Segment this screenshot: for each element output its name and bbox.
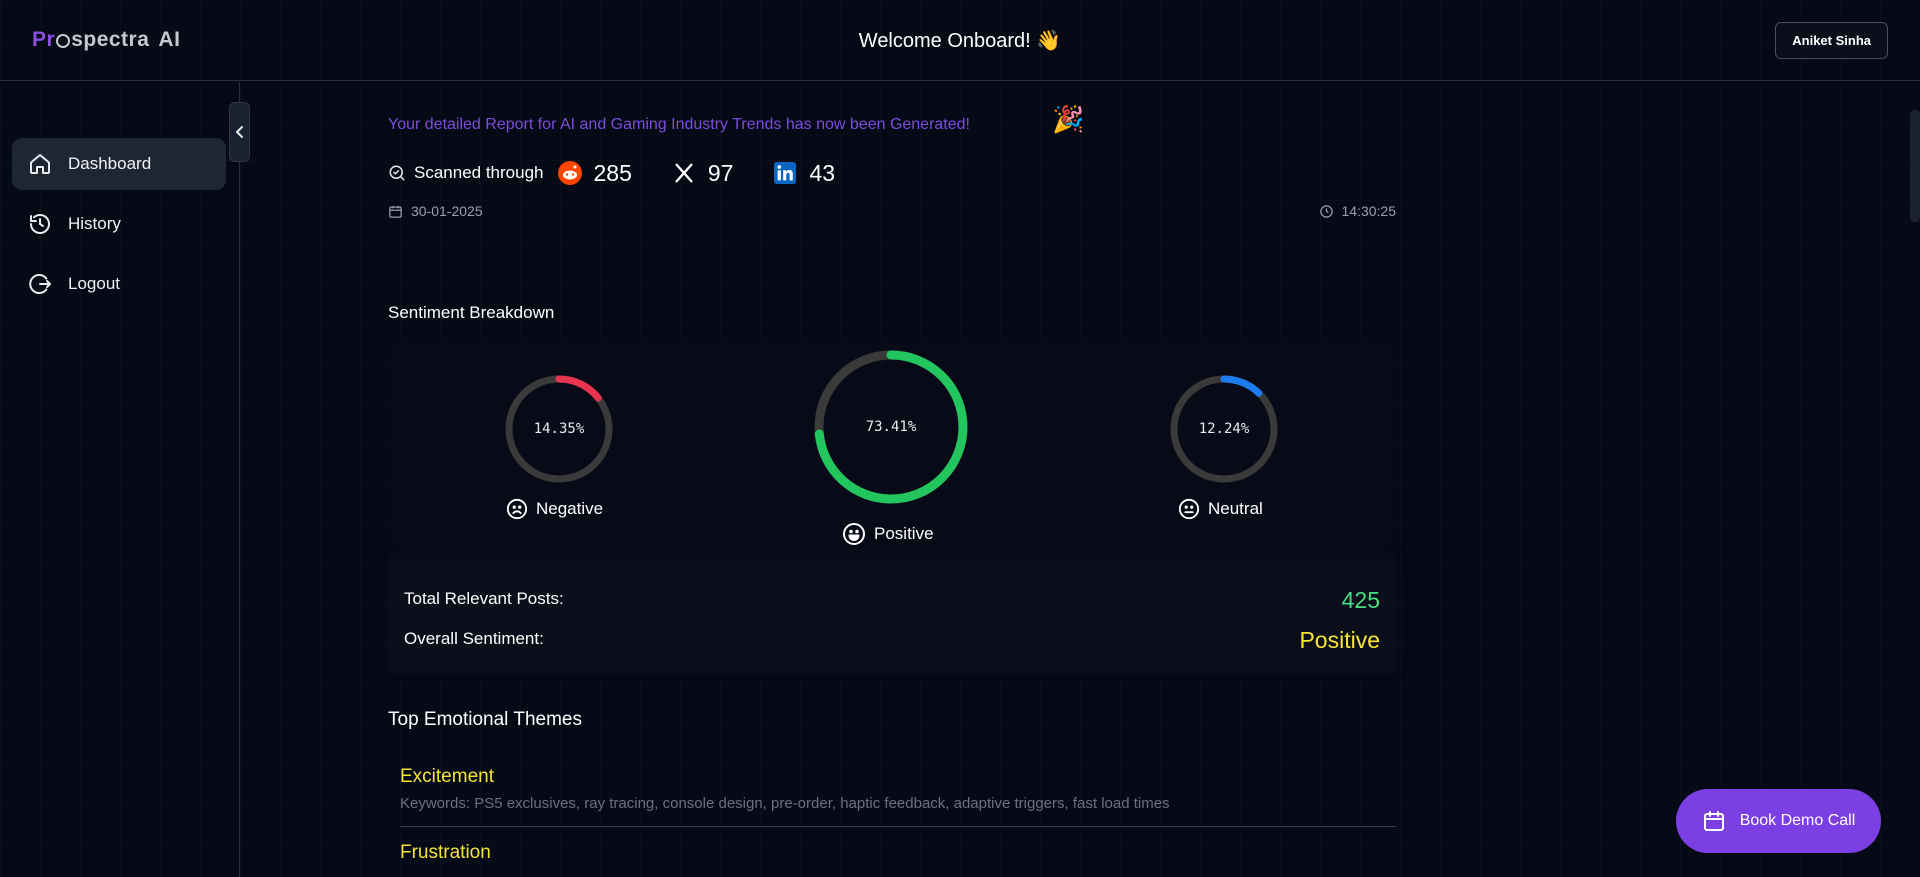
positive-label: Positive [842, 522, 934, 546]
negative-percent: 14.35% [533, 421, 585, 437]
x-count: 97 [707, 159, 734, 186]
calendar-icon [1703, 811, 1724, 831]
clock-icon [1319, 204, 1333, 218]
sentiment-breakdown-title: Sentiment Breakdown [388, 303, 555, 322]
theme-divider [400, 826, 1396, 827]
neutral-label-text: Neutral [1208, 499, 1263, 518]
negative-label: Negative [506, 498, 603, 520]
sad-face-icon [506, 498, 528, 520]
sidebar-item-label: Dashboard [68, 154, 152, 173]
report-title: Your detailed Report for AI and Gaming I… [388, 116, 970, 133]
total-posts-value: 425 [1341, 587, 1380, 613]
calendar-icon [389, 205, 402, 218]
neutral-face-icon [1178, 498, 1200, 520]
neutral-label: Neutral [1178, 498, 1263, 520]
sidebar: Dashboard History Logout [0, 82, 240, 877]
negative-label-text: Negative [536, 499, 604, 518]
page-scrollbar[interactable] [1910, 110, 1920, 222]
sidebar-item-label: History [68, 214, 121, 233]
logout-icon [29, 274, 51, 294]
report-meta: 30-01-2025 14:30:25 [388, 203, 1396, 219]
reddit-count: 285 [593, 159, 632, 186]
totals-panel: Total Relevant Posts: 425 Overall Sentim… [388, 565, 1396, 673]
report-time: 14:30:25 [1341, 203, 1397, 219]
scanned-summary: Scanned through 285 97 43 [388, 158, 875, 188]
user-profile-button[interactable]: Aniket Sinha [1775, 22, 1888, 59]
chevron-left-icon [235, 126, 243, 138]
history-icon [30, 214, 50, 234]
welcome-title: Welcome Onboard! 👋 [858, 30, 1062, 52]
book-demo-label: Book Demo Call [1739, 812, 1856, 829]
book-demo-button[interactable]: Book Demo Call [1676, 789, 1881, 853]
positive-label-text: Positive [874, 524, 934, 543]
sidebar-collapse-button[interactable] [229, 102, 250, 162]
sidebar-item-dashboard[interactable]: Dashboard [12, 138, 226, 190]
home-icon [30, 154, 50, 174]
happy-face-icon [843, 523, 865, 545]
overall-sentiment-label: Overall Sentiment: [404, 629, 544, 648]
total-posts-label: Total Relevant Posts: [404, 589, 564, 608]
top-header: Pr spectra AI Welcome Onboard! 👋 Aniket … [0, 0, 1920, 81]
linkedin-icon [773, 161, 797, 185]
neutral-percent: 12.24% [1198, 421, 1250, 437]
x-icon [672, 161, 696, 185]
party-popper-icon: 🎉 [1052, 104, 1085, 134]
sidebar-item-history[interactable]: History [12, 198, 226, 250]
theme-name: Excitement [400, 766, 494, 787]
scanned-label: Scanned through [414, 163, 544, 182]
positive-percent: 73.41% [865, 419, 917, 435]
overall-sentiment-value: Positive [1299, 627, 1380, 653]
sidebar-item-label: Logout [68, 274, 120, 293]
sidebar-item-logout[interactable]: Logout [12, 258, 226, 310]
report-date: 30-01-2025 [411, 203, 483, 219]
theme-name: Frustration [400, 842, 491, 863]
emotional-themes-title: Top Emotional Themes [388, 709, 582, 730]
linkedin-count: 43 [809, 159, 836, 186]
scan-check-icon [389, 165, 405, 181]
reddit-icon [557, 161, 582, 185]
theme-keywords: Keywords: PS5 exclusives, ray tracing, c… [400, 795, 1170, 812]
